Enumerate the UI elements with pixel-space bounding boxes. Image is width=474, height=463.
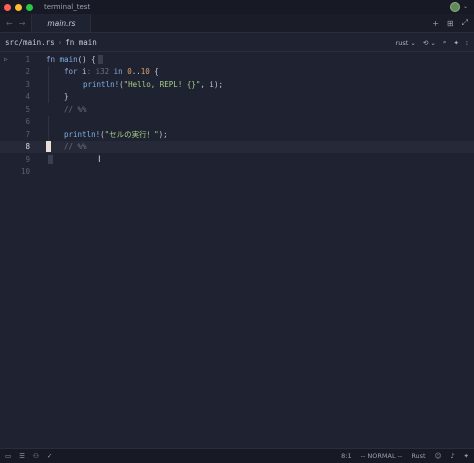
line-number: 6 [25,117,30,127]
tab-bar: ← → main.rs + ⊞ ⤢ [0,14,474,33]
language-selector[interactable]: rust ⌄ [396,39,416,47]
text-cursor [46,141,51,153]
cursor-position[interactable]: 8:1 [341,452,351,460]
code-text: println!("Hello, REPL! {}", i); [83,79,223,89]
nav-arrows: ← → [0,14,31,32]
split-pane-icon[interactable]: ⊞ [447,19,454,28]
fold-marker-icon[interactable] [97,55,103,64]
window-title: terminal_test [44,3,91,11]
line-number: 5 [25,104,30,114]
maximize-window-button[interactable] [26,3,33,11]
code-line-5[interactable]: 5 // %% [0,103,474,116]
back-arrow-icon[interactable]: ← [6,19,13,28]
close-window-button[interactable] [4,3,11,11]
user-avatar[interactable] [450,2,460,12]
code-text: // %% [64,104,87,114]
window-controls [4,3,33,11]
tab-actions: + ⊞ ⤢ [432,14,474,32]
minimize-window-button[interactable] [15,3,22,11]
line-number: 8 [25,142,30,152]
code-line-9[interactable]: 9 [0,153,474,166]
expand-icon[interactable]: ⤢ [462,18,468,28]
collab-icon[interactable]: ⚇ [33,452,39,460]
code-text: // %% [64,142,87,152]
breadcrumb-symbol[interactable]: fn main [65,38,97,47]
line-number: 1 [25,54,30,64]
code-text: } [64,92,69,102]
ibeam-cursor-icon: Ⅰ [98,155,101,165]
new-tab-icon[interactable]: + [432,19,439,28]
code-text: fn main() { [46,55,103,64]
notification-icon[interactable]: ♪ [450,452,454,460]
code-line-2[interactable]: 2 for i: i32 in 0..10 { [0,66,474,79]
line-number: 9 [25,154,30,164]
toolbar-actions: rust ⌄ ⟲ ⌄ ⌕ ✦ ⁝ [396,38,474,47]
status-right: 8:1 -- NORMAL -- Rust ☺ ♪ ✦ [341,452,474,460]
line-number: 4 [25,92,30,102]
breadcrumb-separator: › [57,38,63,47]
line-number: 3 [25,79,30,89]
more-options-icon[interactable]: ⁝ [466,39,468,47]
breadcrumb-file[interactable]: src/main.rs [5,38,55,47]
check-icon[interactable]: ✓ [47,452,52,460]
status-left: ▭ ☰ ⚇ ✓ [0,452,52,460]
code-text: for i: i32 in 0..10 { [64,67,159,77]
line-number: 2 [25,67,30,77]
outline-icon[interactable]: ☰ [19,452,25,460]
vim-mode: -- NORMAL -- [360,452,403,460]
run-menu-icon[interactable]: ⟲ ⌄ [423,39,436,47]
code-line-6[interactable]: 6 [0,116,474,129]
line-number: 10 [20,167,30,177]
breadcrumb: src/main.rs › fn main [0,38,97,47]
code-text: println!("セルの実行！"); [64,129,168,139]
language-mode[interactable]: Rust [411,452,425,460]
editor-toolbar: src/main.rs › fn main rust ⌄ ⟲ ⌄ ⌕ ✦ ⁝ [0,34,474,52]
code-line-8[interactable]: 8 // %% [0,140,474,153]
code-text [46,155,53,164]
search-icon[interactable]: ⌕ [443,38,447,47]
panel-toggle-icon[interactable]: ▭ [5,452,11,460]
code-editor[interactable]: ▷ 1 fn main() { 2 for i: i32 in 0..10 { … [0,53,474,448]
tab-main-rs[interactable]: main.rs [31,14,92,32]
chevron-down-icon[interactable]: ⌄ [463,3,468,10]
forward-arrow-icon[interactable]: → [19,19,26,28]
line-number: 7 [25,129,30,139]
title-bar: terminal_test ⌄ [0,0,474,14]
code-line-4[interactable]: 4 } [0,91,474,104]
feedback-icon[interactable]: ☺ [435,452,442,460]
assistant-icon[interactable]: ✦ [453,39,458,47]
status-bar: ▭ ☰ ⚇ ✓ 8:1 -- NORMAL -- Rust ☺ ♪ ✦ [0,448,474,463]
code-line-10[interactable]: 10 [0,166,474,179]
code-line-7[interactable]: 7 println!("セルの実行！"); [0,128,474,141]
code-line-1[interactable]: ▷ 1 fn main() { [0,53,474,66]
code-line-3[interactable]: 3 println!("Hello, REPL! {}", i); [0,78,474,91]
assistant-panel-icon[interactable]: ✦ [464,452,469,460]
fold-marker-icon[interactable] [48,155,53,164]
